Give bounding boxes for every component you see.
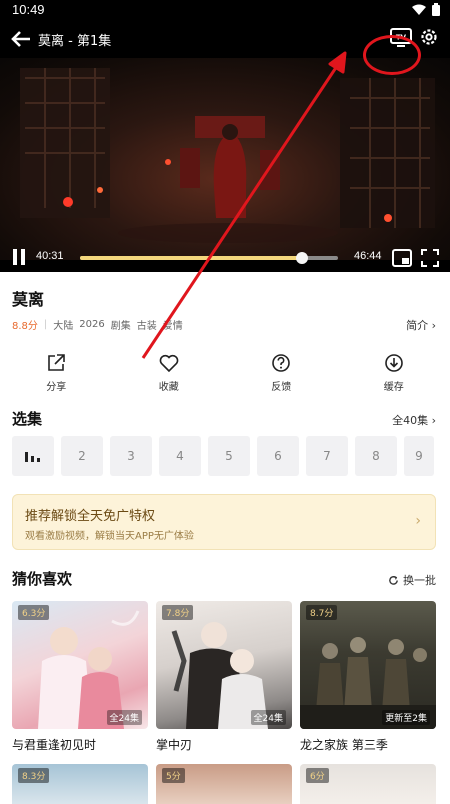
status-time: 10:49: [12, 2, 45, 17]
episode-current[interactable]: [12, 436, 54, 476]
heart-icon: [158, 352, 180, 374]
video-frame[interactable]: [0, 58, 450, 260]
all-episodes-link[interactable]: 全40集 ›: [392, 412, 436, 428]
refresh-icon: [388, 575, 399, 586]
card-title: 龙之家族 第三季: [300, 736, 436, 753]
refresh-button[interactable]: 换一批: [388, 572, 436, 588]
download-icon: [383, 352, 405, 374]
recommend-list-next-row: 8.3分 5分 6分: [12, 764, 436, 804]
episode-badge: 全24集: [251, 710, 286, 725]
show-score: 8.8分: [12, 317, 38, 332]
player-title: 莫离 - 第1集: [38, 30, 111, 49]
show-title: 莫离: [12, 286, 44, 310]
current-time: 40:31: [36, 250, 64, 262]
recommend-list: 6.3分 全24集 与君重逢初见时 7.8分 全24集 掌中刃: [12, 601, 436, 753]
back-arrow-icon[interactable]: [10, 29, 32, 49]
episode-list: 2 3 4 5 6 7 8 9: [12, 436, 434, 476]
episode-item[interactable]: 9: [404, 436, 434, 476]
episode-item[interactable]: 6: [257, 436, 299, 476]
recommend-card[interactable]: 7.8分 全24集 掌中刃: [156, 601, 292, 753]
all-episodes-label: 全40集: [392, 414, 428, 427]
promo-title: 推荐解锁全天免广特权: [25, 505, 155, 524]
video-player[interactable]: 莫离 - 第1集 TV 40:31 46:44: [0, 20, 450, 272]
total-time: 46:44: [354, 250, 382, 262]
tag: 爱情: [163, 317, 183, 332]
score-badge: 6分: [306, 768, 329, 783]
chevron-right-icon: ›: [432, 414, 436, 427]
download-button[interactable]: 缓存: [338, 352, 450, 393]
fullscreen-icon[interactable]: [420, 248, 440, 268]
download-label: 缓存: [384, 378, 404, 393]
video-scene: [0, 58, 450, 260]
card-title: 掌中刃: [156, 736, 292, 753]
recommend-card[interactable]: 6.3分 全24集 与君重逢初见时: [12, 601, 148, 753]
question-icon: [270, 352, 292, 374]
episode-item[interactable]: 5: [208, 436, 250, 476]
promo-subtitle: 观看激励视频，解锁当天APP无广体验: [25, 527, 194, 542]
ad-free-promo[interactable]: 推荐解锁全天免广特权 观看激励视频，解锁当天APP无广体验 ›: [12, 494, 436, 550]
share-icon: [45, 352, 67, 374]
share-label: 分享: [46, 378, 66, 393]
status-bar: 10:49: [0, 0, 450, 20]
refresh-label: 换一批: [403, 572, 436, 588]
episode-item[interactable]: 4: [159, 436, 201, 476]
player-controls: 40:31 46:44: [0, 244, 450, 272]
poster-image: 7.8分 全24集: [156, 601, 292, 729]
episode-item[interactable]: 7: [306, 436, 348, 476]
poster-image: 6.3分 全24集: [12, 601, 148, 729]
favorite-label: 收藏: [159, 378, 179, 393]
score-badge: 7.8分: [162, 605, 193, 620]
tag: 2026: [79, 319, 104, 330]
episode-item[interactable]: 3: [110, 436, 152, 476]
recommend-title: 猜你喜欢: [12, 568, 72, 589]
pause-icon[interactable]: [12, 248, 26, 266]
progress-slider[interactable]: [80, 256, 338, 260]
episode-item[interactable]: 8: [355, 436, 397, 476]
gear-icon[interactable]: [418, 26, 440, 48]
card-title: 与君重逢初见时: [12, 736, 148, 753]
score-badge: 8.3分: [18, 768, 49, 783]
favorite-button[interactable]: 收藏: [113, 352, 226, 393]
annotation-circle: [363, 35, 421, 75]
poster-image: 8.7分 更新至2集: [300, 601, 436, 729]
poster-image[interactable]: 5分: [156, 764, 292, 804]
picture-in-picture-icon[interactable]: [391, 248, 413, 268]
battery-icon: [432, 3, 440, 16]
feedback-label: 反馈: [271, 378, 291, 393]
status-icons: [412, 3, 440, 16]
score-badge: 6.3分: [18, 605, 49, 620]
chevron-right-icon: ›: [432, 319, 436, 332]
score-badge: 8.7分: [306, 605, 337, 620]
show-meta: 8.8分 | 大陆 2026 剧集 古装 爱情: [12, 317, 183, 332]
progress-knob[interactable]: [296, 252, 308, 264]
chevron-right-icon: ›: [415, 513, 421, 529]
episode-badge: 更新至2集: [382, 710, 430, 725]
poster-image[interactable]: 8.3分: [12, 764, 148, 804]
recommend-card[interactable]: 8.7分 更新至2集 龙之家族 第三季: [300, 601, 436, 753]
meta-divider: |: [44, 319, 47, 330]
score-badge: 5分: [162, 768, 185, 783]
tag: 剧集: [111, 317, 131, 332]
tag: 古装: [137, 317, 157, 332]
tag: 大陆: [53, 317, 73, 332]
action-bar: 分享 收藏 反馈 缓存: [0, 352, 450, 393]
episode-badge: 全24集: [107, 710, 142, 725]
progress-fill: [80, 256, 302, 260]
feedback-button[interactable]: 反馈: [225, 352, 338, 393]
episodes-title: 选集: [12, 408, 42, 429]
intro-label: 简介: [406, 319, 428, 332]
wifi-icon: [412, 4, 426, 16]
intro-link[interactable]: 简介 ›: [406, 317, 436, 333]
playing-bars-icon: [24, 450, 42, 462]
share-button[interactable]: 分享: [0, 352, 113, 393]
poster-image[interactable]: 6分: [300, 764, 436, 804]
episode-item[interactable]: 2: [61, 436, 103, 476]
